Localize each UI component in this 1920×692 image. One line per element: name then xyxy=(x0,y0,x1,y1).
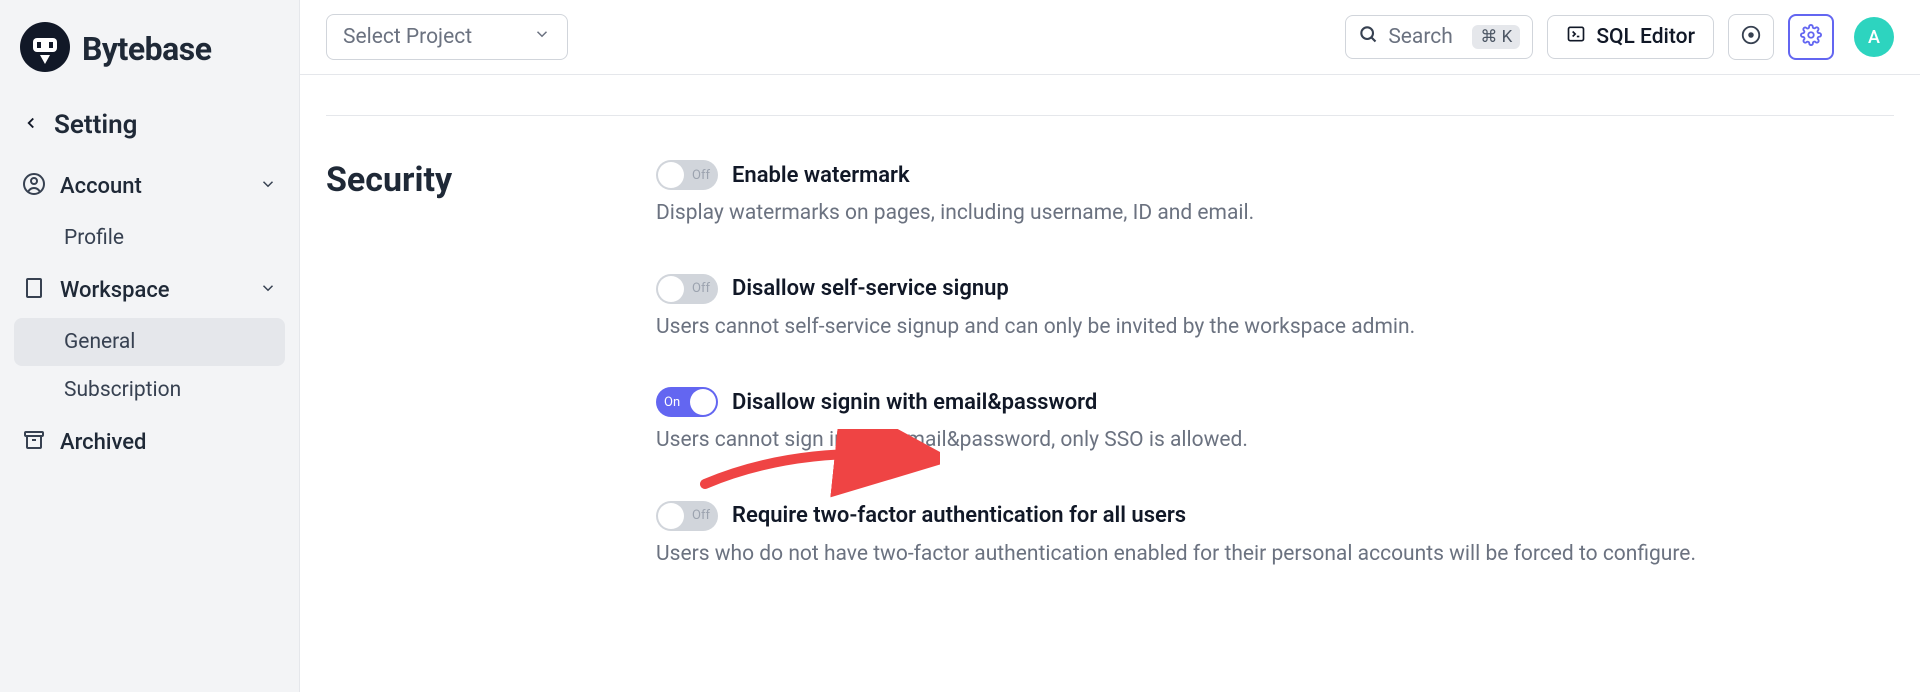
option-title: Require two-factor authentication for al… xyxy=(732,503,1186,528)
toggle-require-2fa[interactable]: Off xyxy=(656,501,718,531)
option-disallow-signup: Off Disallow self-service signup Users c… xyxy=(656,274,1894,344)
option-title: Disallow self-service signup xyxy=(732,276,1009,301)
archive-icon xyxy=(22,428,46,456)
avatar-initial: A xyxy=(1868,27,1880,48)
toggle-disallow-password-signin[interactable]: On xyxy=(656,387,718,417)
option-watermark: Off Enable watermark Display watermarks … xyxy=(656,160,1894,230)
toggle-state-label: Off xyxy=(692,281,710,296)
search-button[interactable]: Search ⌘ K xyxy=(1345,15,1533,59)
toggle-watermark[interactable]: Off xyxy=(656,160,718,190)
project-selector-label: Select Project xyxy=(343,25,472,49)
options-list: Off Enable watermark Display watermarks … xyxy=(656,160,1894,570)
gear-icon xyxy=(1800,24,1822,50)
record-icon xyxy=(1740,24,1762,50)
section-label: Account xyxy=(60,174,245,199)
toggle-knob xyxy=(658,276,684,302)
record-button[interactable] xyxy=(1728,14,1774,60)
toggle-knob xyxy=(658,162,684,188)
topbar: Select Project Search ⌘ K SQL Editor xyxy=(300,0,1920,75)
sql-editor-button[interactable]: SQL Editor xyxy=(1547,15,1714,59)
sidebar-item-subscription[interactable]: Subscription xyxy=(14,366,285,414)
chevron-left-icon xyxy=(22,114,40,136)
building-icon xyxy=(22,276,46,304)
content: Security Off Enable watermark Display wa… xyxy=(300,75,1920,570)
chevron-down-icon xyxy=(533,25,551,49)
search-placeholder: Search xyxy=(1388,25,1453,49)
user-circle-icon xyxy=(22,172,46,200)
option-desc: Users who do not have two-factor authent… xyxy=(656,539,1894,571)
sql-editor-label: SQL Editor xyxy=(1596,25,1695,49)
logo[interactable]: Bytebase xyxy=(14,22,285,100)
sidebar: Bytebase Setting Account Profile Workspa… xyxy=(0,0,300,692)
option-disallow-password-signin: On Disallow signin with email&password U… xyxy=(656,387,1894,457)
sidebar-section-account[interactable]: Account xyxy=(14,158,285,214)
nav-title: Setting xyxy=(54,110,137,140)
terminal-icon xyxy=(1566,24,1586,50)
main: Select Project Search ⌘ K SQL Editor xyxy=(300,0,1920,692)
divider xyxy=(326,115,1894,116)
section-title-security: Security xyxy=(326,160,616,570)
option-require-2fa: Off Require two-factor authentication fo… xyxy=(656,501,1894,571)
toggle-disallow-signup[interactable]: Off xyxy=(656,274,718,304)
chevron-down-icon xyxy=(259,175,277,197)
option-title: Disallow signin with email&password xyxy=(732,390,1097,415)
toggle-state-label: Off xyxy=(692,508,710,523)
settings-button[interactable] xyxy=(1788,14,1834,60)
option-desc: Users cannot sign in with email&password… xyxy=(656,425,1894,457)
toggle-knob xyxy=(658,503,684,529)
sidebar-item-general[interactable]: General xyxy=(14,318,285,366)
chevron-down-icon xyxy=(259,279,277,301)
avatar[interactable]: A xyxy=(1854,17,1894,57)
logo-icon xyxy=(20,22,70,76)
brand-name: Bytebase xyxy=(82,30,211,68)
section-label: Archived xyxy=(60,430,277,455)
sidebar-item-profile[interactable]: Profile xyxy=(14,214,285,262)
option-desc: Display watermarks on pages, including u… xyxy=(656,198,1894,230)
option-title: Enable watermark xyxy=(732,163,910,188)
search-icon xyxy=(1358,24,1378,50)
toggle-state-label: Off xyxy=(692,168,710,183)
sidebar-section-workspace[interactable]: Workspace xyxy=(14,262,285,318)
search-shortcut: ⌘ K xyxy=(1472,25,1520,49)
project-selector[interactable]: Select Project xyxy=(326,14,568,60)
option-desc: Users cannot self-service signup and can… xyxy=(656,312,1894,344)
sidebar-section-archived[interactable]: Archived xyxy=(14,414,285,470)
toggle-knob xyxy=(690,389,716,415)
nav-back-header[interactable]: Setting xyxy=(14,100,285,158)
section-label: Workspace xyxy=(60,278,245,303)
toggle-state-label: On xyxy=(664,395,680,410)
